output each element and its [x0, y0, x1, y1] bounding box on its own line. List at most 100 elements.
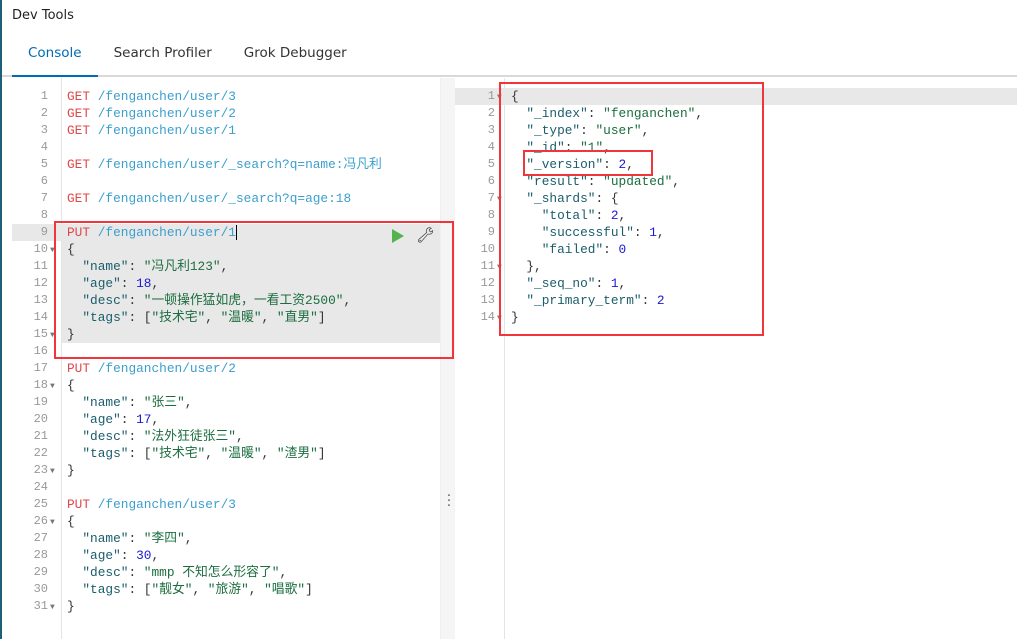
- line-number: 8: [487, 208, 495, 222]
- code-token: ,: [205, 446, 221, 461]
- line-number: 12: [480, 276, 495, 290]
- code-token: ,: [151, 412, 160, 427]
- tab-grok-debugger[interactable]: Grok Debugger: [228, 36, 363, 75]
- code-token: "技术宅": [151, 446, 206, 461]
- fold-toggle-icon[interactable]: ▼: [50, 518, 55, 527]
- code-line: GET /fenganchen/user/3: [67, 88, 236, 105]
- code-token: "靓女": [151, 582, 193, 597]
- code-token: GET: [67, 157, 91, 172]
- line-number: 4: [40, 140, 48, 154]
- code-token: ]: [317, 446, 326, 461]
- line-number: 13: [33, 293, 48, 307]
- app-title: Dev Tools: [12, 8, 74, 23]
- code-token: "张三": [143, 395, 185, 410]
- code-line: }: [67, 598, 75, 615]
- code-line: {: [67, 377, 75, 394]
- code-token: "name": [82, 395, 129, 410]
- line-number: 6: [487, 174, 495, 188]
- line-number: 27: [33, 531, 48, 545]
- code-line: "age": 30,: [67, 547, 159, 564]
- code-token: /fenganchen/user/2: [90, 106, 236, 121]
- code-token: "旅游": [207, 582, 249, 597]
- code-token: GET: [67, 106, 91, 121]
- code-token: "age": [82, 412, 121, 427]
- code-token: /fenganchen/user/_search?q=age:18: [90, 191, 352, 206]
- line-number: 21: [33, 429, 48, 443]
- line-number: 1: [487, 89, 495, 103]
- request-highlight-box: [54, 221, 454, 359]
- code-token: :: [128, 565, 144, 580]
- code-token: "age": [82, 548, 121, 563]
- tab-search-profiler[interactable]: Search Profiler: [98, 36, 228, 75]
- code-line: "age": 17,: [67, 411, 159, 428]
- line-number: 16: [33, 344, 48, 358]
- fold-toggle-icon[interactable]: ▼: [50, 467, 55, 476]
- code-token: ,: [184, 531, 193, 546]
- code-token: 30: [136, 548, 152, 563]
- code-token: /fenganchen/user/1: [90, 123, 236, 138]
- code-token: {: [67, 514, 75, 529]
- line-number: 7: [40, 191, 48, 205]
- code-token: :: [120, 412, 137, 427]
- code-token: ,: [279, 565, 288, 580]
- code-line: PUT /fenganchen/user/3: [67, 496, 236, 513]
- code-token: /fenganchen/user/3: [90, 497, 236, 512]
- code-line: "tags": ["技术宅", "温暖", "渣男"]: [67, 445, 326, 462]
- fold-toggle-icon[interactable]: ▼: [50, 603, 55, 612]
- code-line: GET /fenganchen/user/_search?q=age:18: [67, 190, 351, 207]
- code-token: "唱歌": [264, 582, 306, 597]
- line-number: 2: [487, 106, 495, 120]
- code-token: "desc": [82, 429, 129, 444]
- splitter-handle[interactable]: · · ·: [446, 490, 452, 513]
- line-number: 3: [40, 123, 48, 137]
- code-token: : [: [128, 582, 152, 597]
- code-token: :: [128, 531, 144, 546]
- line-number: 30: [33, 582, 48, 596]
- line-number: 18: [33, 378, 48, 392]
- line-number: 11: [33, 259, 48, 273]
- line-number: 19: [33, 395, 48, 409]
- code-token: ,: [192, 582, 208, 597]
- code-token: :: [120, 548, 137, 563]
- code-token: : [: [128, 446, 152, 461]
- tab-console[interactable]: Console: [12, 36, 98, 77]
- line-number: 9: [487, 225, 495, 239]
- code-line: GET /fenganchen/user/1: [67, 122, 236, 139]
- code-token: :: [128, 395, 144, 410]
- line-number: 29: [33, 565, 48, 579]
- code-token: "渣男": [276, 446, 318, 461]
- line-number: 9: [40, 225, 48, 239]
- code-line: "desc": "mmp 不知怎么形容了",: [67, 564, 287, 581]
- code-token: "法外狂徒张三": [143, 429, 236, 444]
- line-number: 7: [487, 191, 495, 205]
- line-number: 17: [33, 361, 48, 375]
- code-token: "tags": [82, 446, 129, 461]
- code-token: ,: [184, 395, 193, 410]
- line-number: 26: [33, 514, 48, 528]
- code-token: "李四": [143, 531, 185, 546]
- code-line: "name": "张三",: [67, 394, 192, 411]
- line-number: 2: [40, 106, 48, 120]
- fold-toggle-icon[interactable]: ▼: [50, 382, 55, 391]
- code-token: "tags": [82, 582, 129, 597]
- code-token: GET: [67, 123, 91, 138]
- code-token: PUT: [67, 497, 91, 512]
- code-token: /fenganchen/user/3: [90, 89, 236, 104]
- line-number: 6: [40, 174, 48, 188]
- line-number: 28: [33, 548, 48, 562]
- code-token: ]: [305, 582, 313, 597]
- line-number: 25: [33, 497, 48, 511]
- code-line: GET /fenganchen/user/_search?q=name:冯凡利: [67, 156, 382, 173]
- code-line: "name": "李四",: [67, 530, 192, 547]
- code-line: PUT /fenganchen/user/2: [67, 360, 236, 377]
- code-line: GET /fenganchen/user/2: [67, 105, 236, 122]
- code-token: }: [67, 599, 75, 614]
- line-number: 24: [33, 480, 48, 494]
- code-token: "name": [82, 531, 129, 546]
